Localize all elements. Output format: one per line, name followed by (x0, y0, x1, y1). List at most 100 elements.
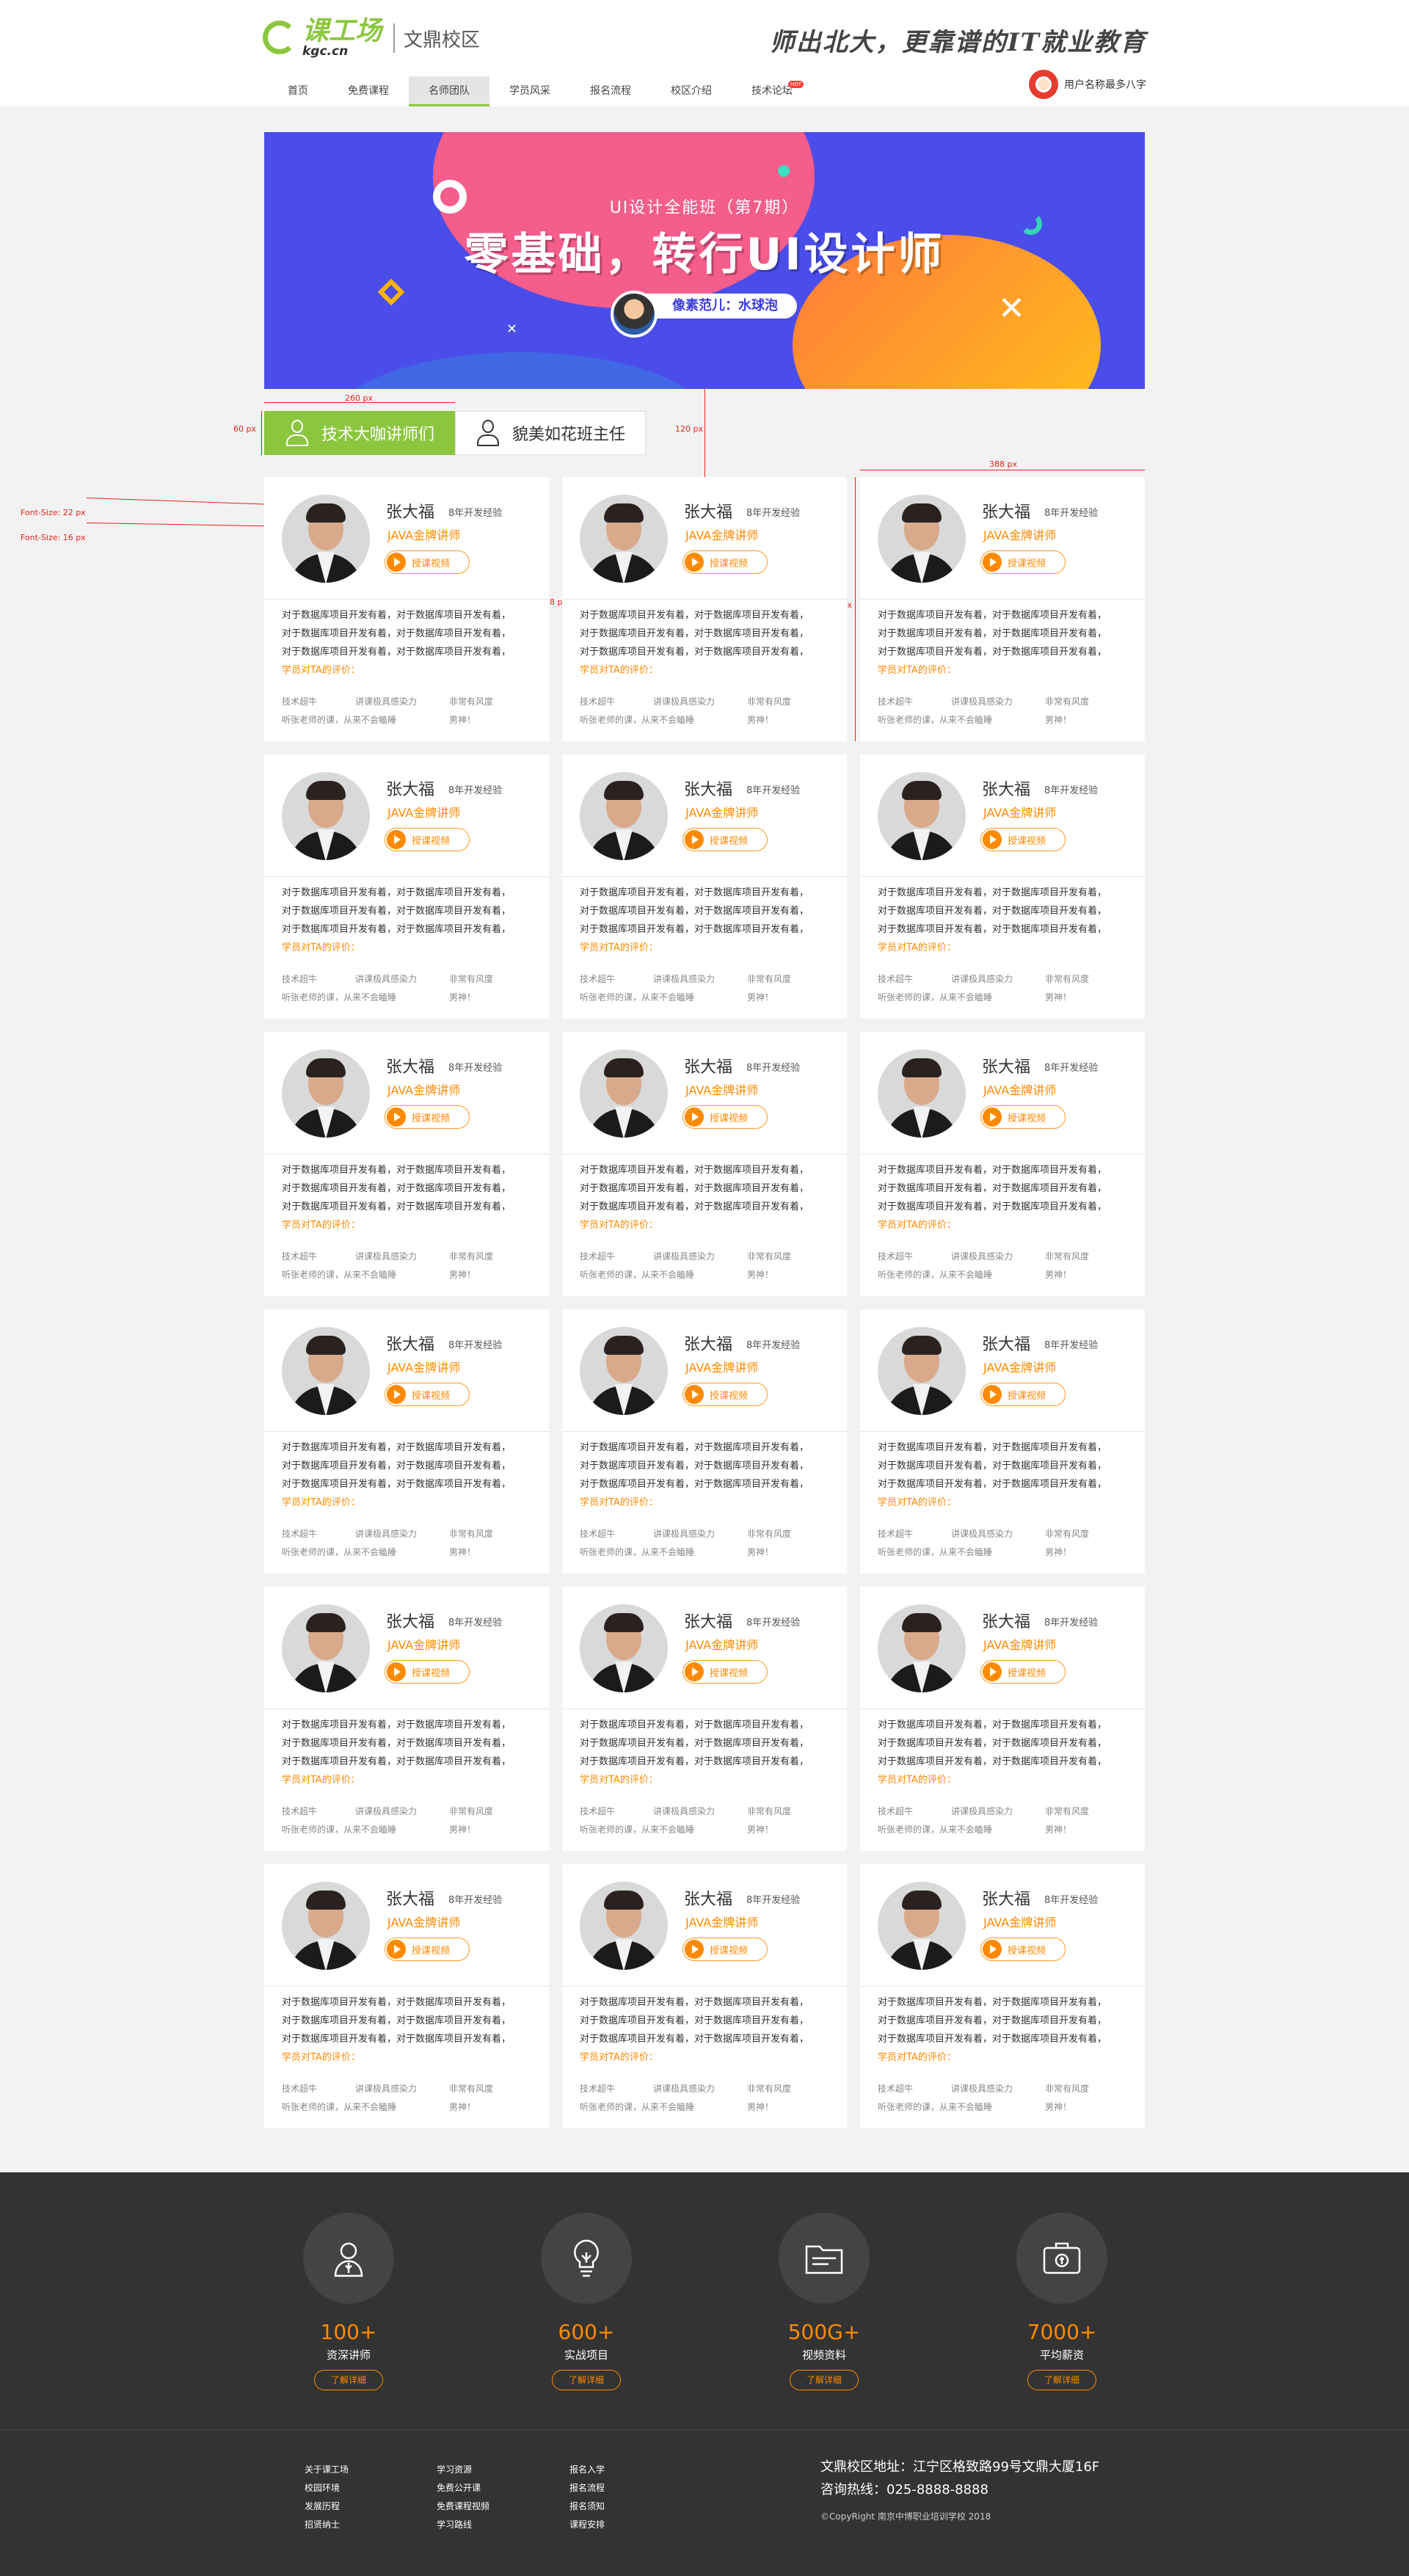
teacher-photo[interactable] (878, 772, 966, 860)
teacher-card[interactable]: 张大福 8年开发经验 JAVA金牌讲师 授课视频 对于数据库项目开发有着，对于数据库项目… (860, 477, 1145, 741)
video-button[interactable]: 授课视频 (682, 1105, 768, 1129)
evaluation-tags: 技术超牛 讲课极具感染力 非常有风度听张老师的课，从来不会瞌睡 男神！ (282, 1248, 539, 1284)
video-button[interactable]: 授课视频 (385, 550, 470, 574)
video-button[interactable]: 授课视频 (385, 1105, 470, 1129)
teacher-photo[interactable] (580, 1327, 668, 1415)
tab-class-teachers[interactable]: 貌美如花班主任 (455, 411, 646, 455)
footer-link[interactable]: 免费公开课 (437, 2479, 489, 2497)
video-button[interactable]: 授课视频 (980, 1660, 1066, 1684)
teacher-card[interactable]: 张大福 8年开发经验 JAVA金牌讲师 授课视频 对于数据库项目开发有着，对于数据库项目… (562, 1864, 847, 2128)
footer-link[interactable]: 学习路线 (437, 2516, 489, 2534)
footer-link[interactable]: 报名流程 (569, 2479, 605, 2497)
video-button[interactable]: 授课视频 (980, 1105, 1066, 1129)
video-button[interactable]: 授课视频 (980, 550, 1066, 574)
nav-item[interactable]: 校区介绍 (651, 76, 732, 106)
video-button[interactable]: 授课视频 (980, 828, 1066, 851)
teacher-role: JAVA金牌讲师 (983, 806, 1057, 820)
teacher-photo[interactable] (282, 1604, 370, 1692)
teacher-card[interactable]: 张大福 8年开发经验 JAVA金牌讲师 授课视频 对于数据库项目开发有着，对于数据库项目… (562, 1032, 847, 1296)
teacher-photo[interactable] (878, 1882, 966, 1970)
video-button[interactable]: 授课视频 (385, 1383, 470, 1406)
teacher-photo[interactable] (878, 495, 966, 583)
description-line: 对于数据库项目开发有着，对于数据库项目开发有着， (580, 1756, 809, 1767)
banner-diamond (377, 278, 405, 306)
teacher-name: 张大福 (386, 781, 435, 799)
logo[interactable]: 课工场 kgc.cn 文鼎校区 (263, 16, 480, 60)
stat-detail-button[interactable]: 了解详细 (552, 2370, 621, 2390)
teacher-role: JAVA金牌讲师 (983, 528, 1057, 542)
teacher-card[interactable]: 张大福 8年开发经验 JAVA金牌讲师 授课视频 对于数据库项目开发有着，对于数据库项目… (264, 1309, 549, 1573)
evaluation-tag: 非常有风度 (1045, 1806, 1090, 1816)
teacher-card[interactable]: 张大福 8年开发经验 JAVA金牌讲师 授课视频 对于数据库项目开发有着，对于数据库项目… (264, 1587, 549, 1851)
footer-heading[interactable]: 关于课工场 (305, 2461, 349, 2479)
video-button[interactable]: 授课视频 (980, 1383, 1066, 1406)
teacher-card[interactable]: 张大福 8年开发经验 JAVA金牌讲师 授课视频 对于数据库项目开发有着，对于数据库项目… (562, 754, 847, 1019)
teacher-photo[interactable] (878, 1604, 966, 1692)
teacher-card[interactable]: 张大福 8年开发经验 JAVA金牌讲师 授课视频 对于数据库项目开发有着，对于数据库项目… (860, 1309, 1145, 1573)
footer-link[interactable]: 免费课程视频 (437, 2497, 489, 2516)
teacher-card[interactable]: 张大福 8年开发经验 JAVA金牌讲师 授课视频 对于数据库项目开发有着，对于数据库项目… (860, 1587, 1145, 1851)
nav-item[interactable]: 学员风采 (489, 76, 570, 106)
play-icon (387, 1385, 406, 1404)
teacher-card[interactable]: 张大福 8年开发经验 JAVA金牌讲师 授课视频 对于数据库项目开发有着，对于数据库项目… (562, 477, 847, 741)
teacher-photo[interactable] (282, 772, 370, 860)
teacher-photo[interactable] (580, 772, 668, 860)
teacher-card[interactable]: 张大福 8年开发经验 JAVA金牌讲师 授课视频 对于数据库项目开发有着，对于数据库项目… (562, 1587, 847, 1851)
stat-detail-button[interactable]: 了解详细 (1027, 2370, 1096, 2390)
teacher-photo[interactable] (580, 1604, 668, 1692)
teacher-photo[interactable] (580, 495, 668, 583)
teacher-card[interactable]: 张大福 8年开发经验 JAVA金牌讲师 授课视频 对于数据库项目开发有着，对于数据库项目… (860, 1032, 1145, 1296)
nav-item[interactable]: 首页 (268, 76, 328, 106)
teacher-card[interactable]: 张大福 8年开发经验 JAVA金牌讲师 授课视频 对于数据库项目开发有着，对于数据库项目… (264, 1864, 549, 2128)
evaluation-tag: 听张老师的课，从来不会瞌睡 (282, 1270, 397, 1280)
teacher-photo[interactable] (580, 1049, 668, 1138)
teacher-card[interactable]: 张大福 8年开发经验 JAVA金牌讲师 授课视频 对于数据库项目开发有着，对于数据库项目… (860, 754, 1145, 1019)
hero-banner[interactable]: ✕ ✕ UI设计全能班（第7期） 零基础，转行UI设计师 像素范儿：水球泡 (264, 132, 1145, 389)
teacher-card[interactable]: 张大福 8年开发经验 JAVA金牌讲师 授课视频 对于数据库项目开发有着，对于数据库项目… (264, 477, 549, 741)
video-button[interactable]: 授课视频 (385, 1938, 470, 1961)
video-button[interactable]: 授课视频 (682, 1660, 768, 1684)
nav-item[interactable]: 技术论坛 HOT (732, 76, 812, 106)
teacher-photo[interactable] (878, 1049, 966, 1138)
teacher-photo[interactable] (282, 1882, 370, 1970)
footer-hotline[interactable]: 咨询热线：025-8888-8888 (820, 2478, 1099, 2502)
teacher-photo[interactable] (282, 1049, 370, 1138)
video-button-label: 授课视频 (1008, 1113, 1046, 1124)
footer-heading[interactable]: 报名入学 (569, 2461, 605, 2479)
teacher-photo[interactable] (282, 495, 370, 583)
stat-detail-button[interactable]: 了解详细 (790, 2370, 859, 2390)
user-menu[interactable]: 用户名称最多八字 (1029, 70, 1146, 99)
nav-item[interactable]: 报名流程 (570, 76, 651, 106)
evaluation-title: 学员对TA的评价： (878, 1220, 956, 1231)
footer-heading[interactable]: 学习资源 (437, 2461, 489, 2479)
evaluation-tag: 听张老师的课，从来不会瞌睡 (878, 1824, 993, 1835)
evaluation-tag: 听张老师的课，从来不会瞌睡 (878, 992, 993, 1003)
tab-lecturers[interactable]: 技术大咖讲师们 (264, 411, 455, 455)
video-button[interactable]: 授课视频 (682, 550, 768, 574)
video-button[interactable]: 授课视频 (980, 1938, 1066, 1961)
username[interactable]: 用户名称最多八字 (1064, 77, 1146, 92)
footer-link[interactable]: 报名须知 (569, 2497, 605, 2516)
avatar[interactable] (1029, 70, 1058, 99)
teacher-photo[interactable] (878, 1327, 966, 1415)
teacher-photo[interactable] (282, 1327, 370, 1415)
nav-item[interactable]: 免费课程 (328, 76, 409, 106)
footer-link[interactable]: 课程安排 (569, 2516, 605, 2534)
stat-detail-button[interactable]: 了解详细 (314, 2370, 383, 2390)
video-button[interactable]: 授课视频 (682, 1383, 768, 1406)
teacher-card[interactable]: 张大福 8年开发经验 JAVA金牌讲师 授课视频 对于数据库项目开发有着，对于数据库项目… (264, 1032, 549, 1296)
teacher-experience: 8年开发经验 (746, 508, 801, 519)
footer-link[interactable]: 校园环境 (305, 2479, 349, 2497)
footer-link[interactable]: 招贤纳士 (305, 2516, 349, 2534)
nav-item[interactable]: 名师团队 (409, 76, 489, 106)
video-button[interactable]: 授课视频 (385, 828, 470, 851)
teacher-card[interactable]: 张大福 8年开发经验 JAVA金牌讲师 授课视频 对于数据库项目开发有着，对于数据库项目… (264, 754, 549, 1019)
video-button[interactable]: 授课视频 (385, 1660, 470, 1684)
video-button[interactable]: 授课视频 (682, 1938, 768, 1961)
footer-link[interactable]: 发展历程 (305, 2497, 349, 2516)
teacher-card[interactable]: 张大福 8年开发经验 JAVA金牌讲师 授课视频 对于数据库项目开发有着，对于数据库项目… (562, 1309, 847, 1573)
teacher-photo[interactable] (580, 1882, 668, 1970)
video-button-label: 授课视频 (710, 1945, 749, 1957)
teacher-card[interactable]: 张大福 8年开发经验 JAVA金牌讲师 授课视频 对于数据库项目开发有着，对于数据库项目… (860, 1864, 1145, 2128)
video-button[interactable]: 授课视频 (682, 828, 768, 851)
